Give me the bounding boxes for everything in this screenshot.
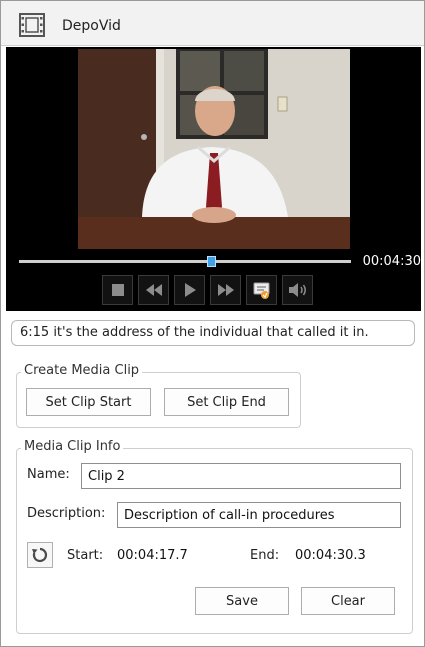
- seek-track[interactable]: [19, 260, 351, 263]
- refresh-icon: [32, 547, 48, 563]
- name-field[interactable]: [81, 463, 401, 489]
- video-player: 00:04:30: [6, 47, 421, 311]
- create-clip-legend: Create Media Clip: [21, 363, 143, 378]
- start-label: Start:: [67, 548, 104, 563]
- app-window: DepoVid 00:04:30 6:15 it's the address o…: [0, 0, 425, 647]
- play-button[interactable]: [174, 275, 205, 305]
- reset-button[interactable]: [27, 542, 53, 568]
- set-clip-end-button[interactable]: Set Clip End: [164, 388, 289, 416]
- rewind-button[interactable]: [138, 275, 169, 305]
- film-icon: [19, 12, 45, 38]
- clip-info-legend: Media Clip Info: [21, 439, 124, 454]
- description-label: Description:: [27, 506, 106, 521]
- title-bar: DepoVid: [1, 1, 424, 46]
- set-clip-start-button[interactable]: Set Clip Start: [26, 388, 151, 416]
- end-label: End:: [250, 548, 280, 563]
- fast-forward-icon: [217, 284, 234, 296]
- clear-button[interactable]: Clear: [301, 587, 395, 615]
- current-time: 00:04:30: [362, 254, 421, 269]
- name-label: Name:: [27, 467, 70, 482]
- transcript-line: 6:15 it's the address of the individual …: [11, 320, 415, 346]
- rewind-icon: [145, 284, 162, 296]
- save-button[interactable]: Save: [195, 587, 289, 615]
- play-icon: [184, 283, 196, 297]
- player-controls: [102, 275, 313, 305]
- stop-button[interactable]: [102, 275, 133, 305]
- end-value: 00:04:30.3: [295, 548, 366, 563]
- caption-icon: [253, 282, 269, 299]
- video-frame[interactable]: [78, 49, 350, 249]
- start-value: 00:04:17.7: [117, 548, 188, 563]
- volume-icon: [288, 283, 306, 297]
- app-title: DepoVid: [62, 18, 121, 34]
- description-field[interactable]: [117, 502, 401, 528]
- seek-thumb[interactable]: [207, 256, 217, 267]
- fast-forward-button[interactable]: [210, 275, 241, 305]
- caption-button[interactable]: [246, 275, 277, 305]
- stop-icon: [111, 284, 124, 296]
- volume-button[interactable]: [282, 275, 313, 305]
